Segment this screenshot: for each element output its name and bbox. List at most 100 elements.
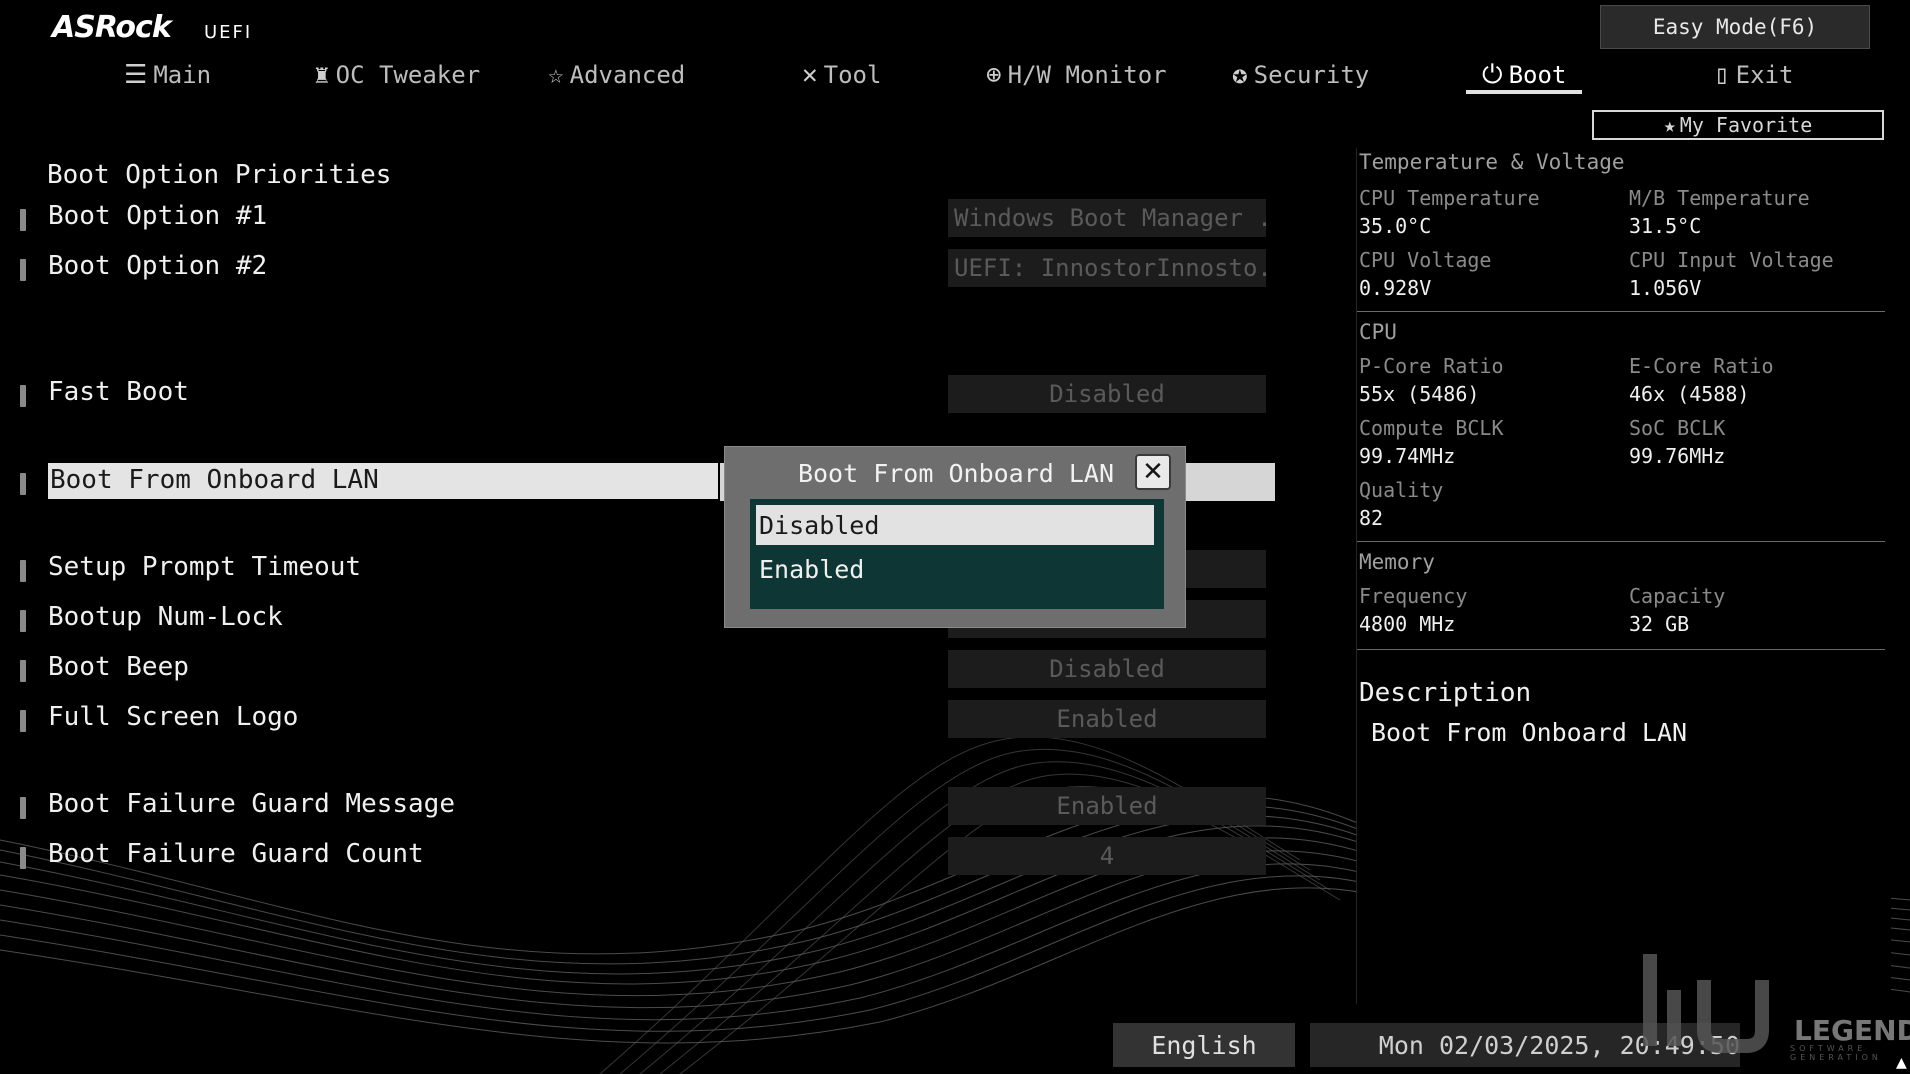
tab-label: Boot	[1508, 61, 1567, 89]
tab-label: Main	[153, 61, 212, 89]
row-bullet	[20, 797, 26, 819]
tab-hw-monitor[interactable]: ⊕ H/W Monitor	[986, 52, 1167, 98]
main-nav: ☰ Main ♜ OC Tweaker ☆ Advanced ✕ Tool ⊕ H/W M…	[0, 52, 1910, 102]
setting-row-boot-failure-guard-count[interactable]: Boot Failure Guard Count 4	[20, 837, 1270, 877]
setting-label: Setup Prompt Timeout	[48, 552, 362, 582]
tab-label: Tool	[823, 61, 882, 89]
favorite-label: My Favorite	[1679, 113, 1813, 137]
rocket-icon: ♜	[314, 60, 330, 90]
close-icon[interactable]: ✕	[1135, 454, 1171, 490]
pcore-ratio-value: 55x (5486)	[1359, 382, 1480, 406]
tab-label: H/W Monitor	[1007, 61, 1167, 89]
cpu-input-voltage-label: CPU Input Voltage	[1629, 248, 1834, 272]
easy-mode-button[interactable]: Easy Mode(F6)	[1600, 5, 1870, 49]
quality-label: Quality	[1359, 478, 1444, 502]
quality-value: 82	[1359, 506, 1384, 530]
setting-label: Boot Option #2	[48, 251, 268, 281]
row-bullet	[20, 385, 26, 407]
soc-bclk-value: 99.76MHz	[1629, 444, 1726, 468]
active-tab-underline	[1466, 90, 1582, 94]
hardware-info-panel: Temperature & Voltage CPU Temperature 35…	[1356, 148, 1891, 1004]
tab-tool[interactable]: ✕ Tool	[802, 52, 881, 98]
divider	[1357, 649, 1885, 650]
star-icon: ☆	[548, 60, 564, 90]
tab-label: Security	[1253, 61, 1370, 89]
setting-value[interactable]: 4	[948, 837, 1266, 875]
popup-option-enabled[interactable]: Enabled	[756, 549, 1154, 589]
watermark-subtext: SOFTWARE GENERATION	[1790, 1044, 1882, 1062]
ecore-ratio-value: 46x (4588)	[1629, 382, 1750, 406]
cpu-temp-label: CPU Temperature	[1359, 186, 1540, 210]
tab-label: Advanced	[569, 61, 686, 89]
tab-security[interactable]: ✪ Security	[1232, 52, 1369, 98]
setting-value[interactable]: Windows Boot Manager ...	[948, 199, 1266, 237]
setting-row-fast-boot[interactable]: Fast Boot Disabled	[20, 375, 1270, 415]
watermark-text: LEGEND	[1794, 1014, 1910, 1047]
mb-temp-value: 31.5°C	[1629, 214, 1702, 238]
compute-bclk-label: Compute BCLK	[1359, 416, 1504, 440]
setting-label: Bootup Num-Lock	[48, 602, 283, 632]
divider	[1357, 541, 1885, 542]
tab-label: Exit	[1735, 61, 1794, 89]
capacity-value: 32 GB	[1629, 612, 1690, 636]
watermark-logo: LEGEND SOFTWARE GENERATION	[1634, 950, 1910, 1062]
setting-row-boot-failure-guard-message[interactable]: Boot Failure Guard Message Enabled	[20, 787, 1270, 827]
exit-door-icon: ▯	[1714, 60, 1730, 90]
row-bullet	[20, 610, 26, 632]
description-text: Boot From Onboard LAN	[1371, 718, 1688, 747]
soc-bclk-label: SoC BCLK	[1629, 416, 1726, 440]
cpu-voltage-label: CPU Voltage	[1359, 248, 1492, 272]
tab-exit[interactable]: ▯ Exit	[1714, 52, 1793, 98]
temp-voltage-header: Temperature & Voltage	[1359, 150, 1625, 174]
tab-oc-tweaker[interactable]: ♜ OC Tweaker	[314, 52, 480, 98]
pcore-ratio-label: P-Core Ratio	[1359, 354, 1504, 378]
mouse-cursor-icon: ▲	[1896, 1052, 1907, 1073]
frequency-label: Frequency	[1359, 584, 1468, 608]
popup-option-disabled[interactable]: Disabled	[756, 505, 1154, 545]
setting-row-full-screen-logo[interactable]: Full Screen Logo Enabled	[20, 700, 1270, 740]
popup-title: Boot From Onboard LAN	[797, 459, 1115, 488]
frequency-value: 4800 MHz	[1359, 612, 1456, 636]
tools-icon: ✕	[802, 60, 818, 90]
capacity-label: Capacity	[1629, 584, 1726, 608]
cpu-header: CPU	[1359, 320, 1397, 344]
tab-main[interactable]: ☰ Main	[124, 52, 211, 98]
setting-label: Fast Boot	[48, 377, 189, 407]
monitor-gauge-icon: ⊕	[986, 60, 1002, 90]
setting-value[interactable]: UEFI: InnostorInnosto...	[948, 249, 1266, 287]
setting-label: Boot From Onboard LAN	[48, 463, 718, 499]
language-selector[interactable]: English	[1113, 1023, 1295, 1067]
row-bullet	[20, 847, 26, 869]
row-bullet	[20, 660, 26, 682]
shield-icon: ✪	[1232, 60, 1248, 90]
setting-value[interactable]: Enabled	[948, 700, 1266, 738]
memory-header: Memory	[1359, 550, 1435, 574]
row-bullet	[20, 710, 26, 732]
mb-temp-label: M/B Temperature	[1629, 186, 1810, 210]
setting-value[interactable]: Disabled	[948, 375, 1266, 413]
setting-row-boot-option-1[interactable]: Boot Option #1 Windows Boot Manager ...	[20, 199, 1270, 239]
tab-label: OC Tweaker	[335, 61, 481, 89]
setting-row-boot-option-2[interactable]: Boot Option #2 UEFI: InnostorInnosto...	[20, 249, 1270, 289]
star-icon: ★	[1663, 113, 1676, 137]
tab-advanced[interactable]: ☆ Advanced	[548, 52, 685, 98]
setting-value[interactable]: Enabled	[948, 787, 1266, 825]
row-bullet	[20, 473, 26, 495]
popup-option-list: Disabled Enabled	[750, 499, 1164, 609]
description-header: Description	[1359, 678, 1532, 708]
setting-row-boot-beep[interactable]: Boot Beep Disabled	[20, 650, 1270, 690]
setting-label: Boot Failure Guard Count	[48, 839, 424, 869]
cpu-input-voltage-value: 1.056V	[1629, 276, 1702, 300]
compute-bclk-value: 99.74MHz	[1359, 444, 1456, 468]
my-favorite-button[interactable]: ★ My Favorite	[1592, 110, 1884, 140]
row-bullet	[20, 259, 26, 281]
setting-label: Boot Beep	[48, 652, 189, 682]
cpu-temp-value: 35.0°C	[1359, 214, 1432, 238]
option-popup: Boot From Onboard LAN ✕ Disabled Enabled	[724, 446, 1186, 628]
row-bullet	[20, 560, 26, 582]
setting-value[interactable]: Disabled	[948, 650, 1266, 688]
divider	[1357, 311, 1885, 312]
list-icon: ☰	[124, 60, 148, 90]
uefi-label: UEFI	[204, 22, 253, 43]
ecore-ratio-label: E-Core Ratio	[1629, 354, 1774, 378]
